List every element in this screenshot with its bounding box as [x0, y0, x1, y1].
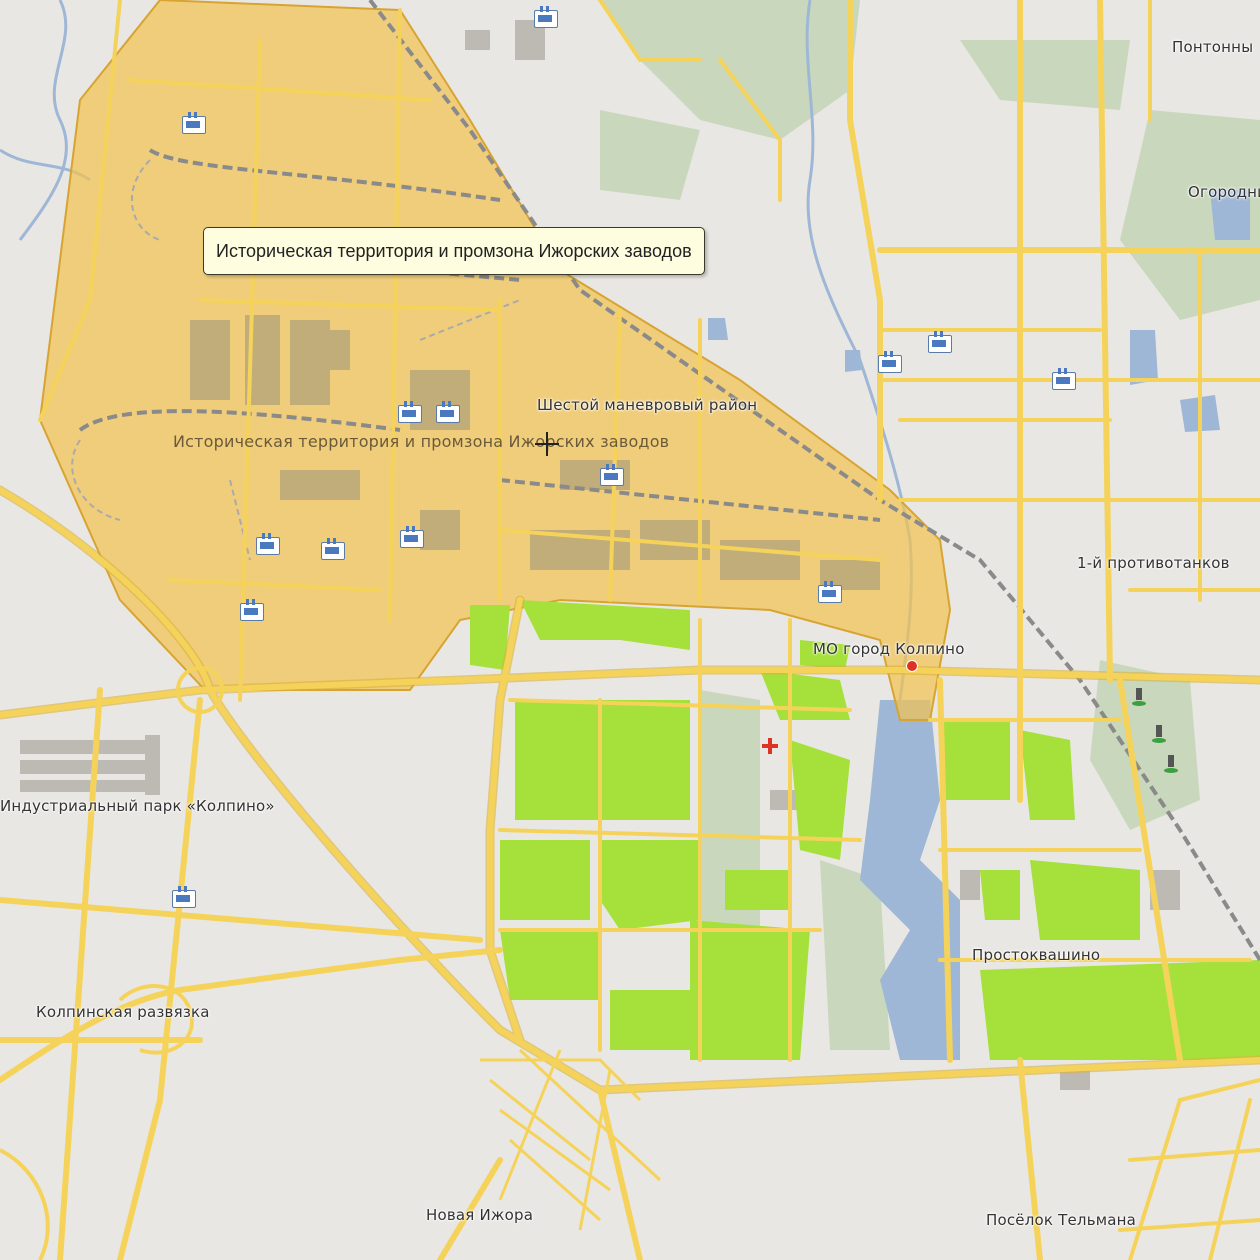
factory-icon[interactable] — [928, 331, 952, 353]
label-industrial-zone[interactable]: Историческая территория и промзона Ижорс… — [173, 432, 669, 451]
label-ogorodniki[interactable]: Огородни — [1188, 183, 1260, 201]
factory-icon[interactable] — [398, 401, 422, 423]
factory-icon[interactable] — [818, 581, 842, 603]
label-industrial-park[interactable]: Индустриальный парк «Колпино» — [0, 797, 275, 815]
factory-icon[interactable] — [600, 464, 624, 486]
factory-icon[interactable] — [436, 401, 460, 423]
factory-icon[interactable] — [240, 599, 264, 621]
interchanges — [0, 666, 224, 1260]
factory-icon[interactable] — [878, 351, 902, 373]
hover-tooltip: Историческая территория и промзона Ижорс… — [203, 227, 705, 275]
label-shestoy-manevrovy[interactable]: Шестой маневровый район — [537, 396, 757, 414]
crosshair-cursor-icon — [535, 432, 559, 456]
factory-icon[interactable] — [400, 526, 424, 548]
label-kolpino-mo[interactable]: МО город Колпино — [813, 640, 965, 658]
monument-icon[interactable] — [1132, 688, 1146, 706]
label-pontonny[interactable]: Понтонны — [1172, 38, 1253, 56]
label-novaya-izhora[interactable]: Новая Ижора — [426, 1206, 533, 1224]
factory-icon[interactable] — [182, 112, 206, 134]
map-canvas — [0, 0, 1260, 1260]
factory-icon[interactable] — [321, 538, 345, 560]
red-pin-icon[interactable] — [906, 660, 918, 672]
monument-icon[interactable] — [1164, 755, 1178, 773]
map-view[interactable]: Понтонны Огородни Шестой маневровый райо… — [0, 0, 1260, 1260]
factory-icon[interactable] — [1052, 368, 1076, 390]
hospital-cross-icon — [762, 738, 778, 754]
label-protivotank[interactable]: 1-й противотанков — [1077, 554, 1230, 572]
factory-icon[interactable] — [534, 6, 558, 28]
monument-icon[interactable] — [1152, 725, 1166, 743]
label-telmana[interactable]: Посёлок Тельмана — [986, 1211, 1136, 1229]
factory-icon[interactable] — [256, 533, 280, 555]
label-prostokvashino[interactable]: Простоквашино — [972, 946, 1100, 964]
factory-icon[interactable] — [172, 886, 196, 908]
label-kolpinskaya-razvyazka[interactable]: Колпинская развязка — [36, 1003, 210, 1021]
